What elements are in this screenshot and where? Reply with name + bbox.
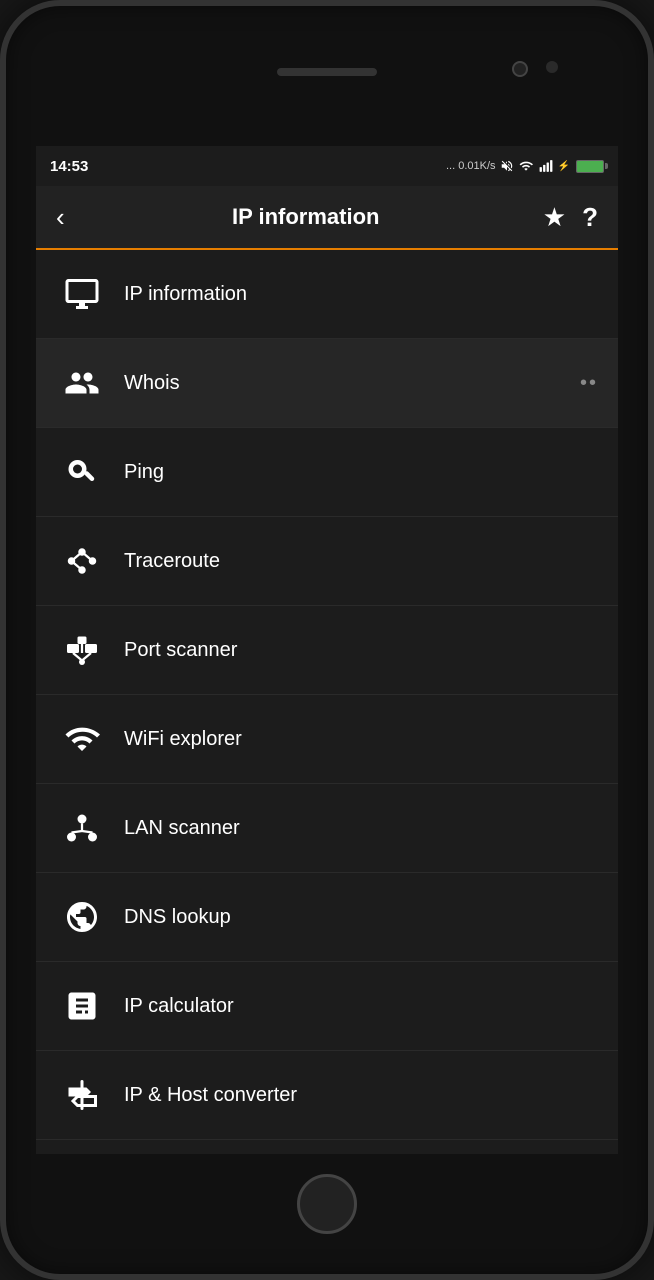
menu-item-ip-host-converter[interactable]: IP & Host converter — [36, 1051, 618, 1140]
menu-item-ip-calculator[interactable]: IP calculator — [36, 962, 618, 1051]
menu-item-lan-scanner[interactable]: LAN scanner — [36, 784, 618, 873]
ip-calculator-icon — [56, 980, 108, 1032]
status-time: 14:53 — [50, 158, 88, 175]
wifi-explorer-icon — [56, 713, 108, 765]
menu-label-traceroute: Traceroute — [124, 550, 220, 573]
traceroute-icon — [56, 535, 108, 587]
menu-label-whois: Whois — [124, 372, 180, 395]
menu-item-wifi-explorer[interactable]: WiFi explorer — [36, 695, 618, 784]
menu-item-port-scanner[interactable]: Port scanner — [36, 606, 618, 695]
help-button[interactable]: ? — [574, 194, 606, 241]
bolt-icon: ⚡ — [558, 161, 570, 172]
favorite-button[interactable]: ★ — [535, 194, 574, 241]
whois-dots: •• — [580, 372, 598, 395]
ping-icon — [56, 446, 108, 498]
toolbar-title: IP information — [77, 204, 535, 230]
menu-item-ip-information[interactable]: IP information — [36, 250, 618, 339]
dns-lookup-icon — [56, 891, 108, 943]
toolbar: ‹ IP information ★ ? — [36, 186, 618, 250]
menu-label-dns-lookup: DNS lookup — [124, 906, 231, 929]
menu-label-ip-information: IP information — [124, 283, 247, 306]
phone-speaker — [277, 68, 377, 76]
lan-scanner-icon — [56, 802, 108, 854]
mute-icon — [500, 159, 514, 173]
menu-item-dns-lookup[interactable]: DNS lookup — [36, 873, 618, 962]
phone-home-button[interactable] — [297, 1174, 357, 1234]
monitor-icon — [56, 268, 108, 320]
menu-label-port-scanner: Port scanner — [124, 639, 237, 662]
back-button[interactable]: ‹ — [48, 194, 73, 241]
menu-label-wifi-explorer: WiFi explorer — [124, 728, 242, 751]
phone-front-cam — [546, 61, 558, 73]
people-icon — [56, 357, 108, 409]
ip-host-converter-icon — [56, 1069, 108, 1121]
menu-item-traceroute[interactable]: Traceroute — [36, 517, 618, 606]
status-bar: 14:53 ... 0.01K/s ⚡ — [36, 146, 618, 186]
status-speed: ... 0.01K/s — [446, 160, 496, 172]
phone-screen: 14:53 ... 0.01K/s ⚡ ‹ IP i — [36, 146, 618, 1154]
status-right: ... 0.01K/s ⚡ — [446, 159, 604, 173]
menu-label-ip-calculator: IP calculator — [124, 995, 234, 1018]
phone-device: 14:53 ... 0.01K/s ⚡ ‹ IP i — [0, 0, 654, 1280]
wifi-status-icon — [518, 159, 534, 173]
port-scanner-icon — [56, 624, 108, 676]
battery-icon — [576, 160, 604, 173]
phone-camera — [512, 61, 528, 77]
menu-item-settings[interactable]: Settings — [36, 1140, 618, 1154]
menu-label-lan-scanner: LAN scanner — [124, 817, 240, 840]
menu-item-whois[interactable]: Whois •• — [36, 339, 618, 428]
menu-label-ping: Ping — [124, 461, 164, 484]
menu-item-ping[interactable]: Ping — [36, 428, 618, 517]
menu-list: IP information Whois •• — [36, 250, 618, 1154]
signal-icon — [538, 159, 554, 173]
menu-label-ip-host-converter: IP & Host converter — [124, 1084, 297, 1107]
